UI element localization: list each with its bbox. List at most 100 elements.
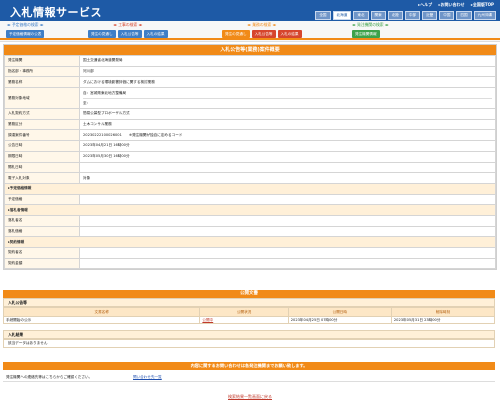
detail-value: ダムにおける環境影響評価に関する検討業務 [79, 76, 496, 89]
detail-value: 河川部 [79, 65, 496, 78]
detail-label: 発注機関 [4, 55, 80, 67]
services-outlook-button[interactable]: 発注の見通し [222, 30, 250, 38]
detail-row: 契約金額 [4, 257, 496, 270]
detail-row: 入札契約方式 簡易公募型プロポーザル方式 [4, 108, 496, 120]
column-header: 公開状況 [199, 307, 289, 317]
region-tab[interactable]: 九州沖縄 [473, 11, 496, 20]
works-results-button[interactable]: 入札の結果 [143, 30, 168, 38]
region-tab[interactable]: 東北 [353, 11, 369, 20]
detail-label: 期限日時 [4, 150, 80, 163]
region-tab[interactable]: 四国 [456, 11, 472, 20]
nav-group-caption: ◂▸ 業務の検索 ◂▸ [247, 22, 277, 27]
deleted-date: 2023年05月31日 23時00分 [390, 316, 496, 324]
nav-group-caption: ◂▸ 発注機関の検索 ◂▸ [352, 22, 389, 27]
detail-label: 調達案件番号 [4, 129, 80, 142]
site-logo[interactable]: 入札情報サービス [10, 4, 102, 20]
region-tab[interactable]: 中部 [404, 11, 421, 20]
help-link[interactable]: ▸ヘルプ [418, 2, 432, 7]
nav-group-caption: ◂▸ 予定価格の検索 ◂▸ [6, 22, 44, 27]
region-tab[interactable]: 北陸 [387, 11, 403, 20]
services-results-button[interactable]: 入札の結果 [277, 30, 302, 38]
nav-group-caption: ◂▸ 工事の検索 ◂▸ [113, 22, 143, 27]
table-row: 手続開始の公示 公開中 2023年04月25日 07時00分 2023年05月3… [2, 316, 496, 324]
contact-list-link[interactable]: 問い合わせ先一覧 [133, 373, 162, 381]
services-notices-button[interactable]: 入札公告等 [251, 30, 276, 38]
detail-row: 業務区分 土木コンサル業務 [4, 118, 496, 131]
detail-value: 自：宮城県東北地方整備局 至： [79, 87, 496, 110]
section-header: ▸予定価格情報 [4, 182, 496, 195]
no-data-message: 該当データはありません [3, 339, 495, 348]
detail-row: 調達案件番号 20230222100026001 ※発注機関が独自に定めるコード [4, 129, 496, 142]
detail-label: 指名部・事務所 [4, 65, 80, 78]
inquiry-notice-bar: 内容に関するお問い合わせは各発注機関までお願い致します。 [3, 362, 495, 370]
section-header-row: ▸落札者情報 [4, 204, 496, 216]
region-tab[interactable]: 近畿 [422, 11, 438, 20]
works-notices-button[interactable]: 入札公告等 [117, 30, 142, 38]
detail-value [79, 247, 496, 259]
works-outlook-button[interactable]: 発注の見通し [88, 30, 116, 38]
detail-subvalue: 至： [83, 100, 91, 105]
column-header: 文書名称 [2, 307, 201, 317]
detail-label: 契約金額 [4, 257, 80, 270]
detail-label: 落札価格 [4, 225, 80, 238]
region-tab[interactable]: 中国 [439, 11, 455, 20]
region-tab[interactable]: 北海道 [332, 11, 352, 20]
detail-value: 国土交通省北海道開発局 [79, 55, 496, 67]
header-bar: 入札情報サービス ▸ヘルプ ▸お問い合わせ ▸全国版TOP 全国 北海道 東北 関東北… [0, 0, 500, 21]
detail-label: 電子入札対象 [4, 172, 80, 184]
detail-row: 電子入札対象 対象 [4, 172, 496, 184]
detail-label: 契約者名 [4, 247, 80, 259]
published-date: 2023年04月25日 07時00分 [287, 316, 392, 324]
top-links: ▸ヘルプ ▸お問い合わせ ▸全国版TOP [413, 2, 494, 8]
detail-value: 20230222100026001 ※発注機関が独自に定めるコード [79, 129, 496, 142]
nav-group-services: ◂▸ 業務の検索 ◂▸ 発注の見通し 入札公告等 入札の結果 [222, 21, 302, 38]
detail-label: 公告日時 [4, 140, 80, 152]
detail-value: 2023年04月21日 16時00分 [79, 140, 496, 152]
result-section-header: 入札結果 [3, 330, 495, 339]
detail-label: 落札者名 [4, 214, 80, 227]
detail-table: 発注機関 国土交通省北海道開発局 指名部・事務所 河川部 業務名称 ダムにおける環境影響評… [4, 55, 496, 270]
inquiry-link[interactable]: ▸お問い合わせ [439, 2, 465, 7]
region-tabs: 全国 北海道 東北 関東 北陸 中部 近畿 中国 四国 九州沖縄 [315, 11, 496, 20]
detail-value [79, 257, 496, 270]
publications-table: 文書名称 公開状況 公開日時 削除時刻 手続開始の公示 公開中 2023年04月… [2, 307, 496, 324]
detail-value: 土木コンサル業務 [79, 118, 496, 131]
publications-panel: 公開文書 入札公告等 文書名称 公開状況 公開日時 削除時刻 手続開始の公示 公… [2, 290, 496, 348]
detail-label: 業務名称 [4, 76, 80, 89]
detail-row: 発注機関 国土交通省北海道開発局 [4, 55, 496, 67]
detail-row: 業務対象地域 自：宮城県東北地方整備局 至： [4, 87, 496, 110]
detail-row: 落札者名 [4, 214, 496, 227]
detail-row: 落札価格 [4, 225, 496, 238]
document-status-link[interactable]: 公開中 [199, 316, 289, 324]
national-top-link[interactable]: ▸全国版TOP [471, 2, 494, 7]
detail-label: 業務区分 [4, 118, 80, 131]
detail-label: 開札日時 [4, 161, 80, 174]
document-name: 手続開始の公示 [2, 316, 201, 324]
detail-row: 指名部・事務所 河川部 [4, 65, 496, 78]
detail-row: 公告日時 2023年04月21日 16時00分 [4, 140, 496, 152]
detail-row: 開札日時 [4, 161, 496, 174]
detail-row: 業務名称 ダムにおける環境影響評価に関する検討業務 [4, 76, 496, 89]
detail-value: 2023年05月30日 16時00分 [79, 150, 496, 163]
detail-title: 入札公告等(業務)案件概要 [4, 45, 496, 55]
contact-row: 発注機関への連絡先等はこちらからご確認ください。 問い合わせ先一覧 [3, 373, 495, 382]
price-info-button[interactable]: 予定価格情報の公表 [6, 30, 45, 38]
detail-value [79, 214, 496, 227]
detail-value [79, 225, 496, 238]
column-header: 公開日時 [287, 307, 392, 317]
detail-value: 簡易公募型プロポーザル方式 [79, 108, 496, 120]
detail-panel: 入札公告等(業務)案件概要 発注機関 国土交通省北海道開発局 指名部・事務所 河川部業… [3, 44, 497, 271]
back-to-results-link[interactable]: 検索結果一覧画面に戻る [0, 394, 500, 400]
region-tab[interactable]: 関東 [370, 11, 386, 20]
detail-subvalue: 自：宮城県東北地方整備局 [83, 89, 492, 99]
region-tab[interactable]: 全国 [315, 11, 331, 20]
section-header-row: ▸予定価格情報 [4, 182, 496, 195]
detail-row: 予定価格 [4, 193, 496, 206]
nav-group-works: ◂▸ 工事の検索 ◂▸ 発注の見通し 入札公告等 入札の結果 [88, 21, 168, 38]
agency-info-button[interactable]: 発注機関情報 [352, 30, 380, 38]
notice-section-header: 入札公告等 [3, 298, 495, 307]
nav-divider [0, 38, 500, 40]
detail-label: 業務対象地域 [4, 87, 80, 110]
section-header: ▸契約情報 [4, 236, 496, 248]
nav-group-price: ◂▸ 予定価格の検索 ◂▸ 予定価格情報の公表 [6, 21, 45, 38]
